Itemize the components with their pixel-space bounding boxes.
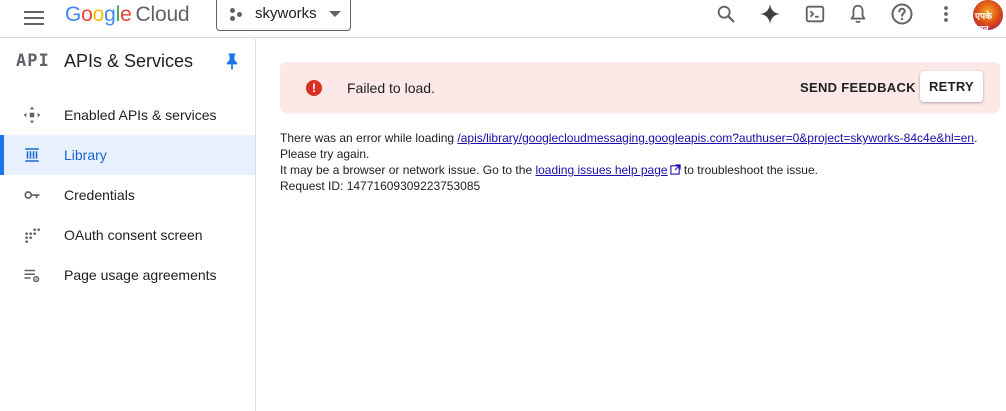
error-line-1: There was an error while loading /apis/l… <box>280 130 995 146</box>
sidebar-item-label: Credentials <box>64 187 135 203</box>
logo-product-name: Cloud <box>135 3 190 26</box>
sidebar-item-library[interactable]: Library <box>0 135 255 175</box>
sidebar-item-credentials[interactable]: Credentials <box>0 175 255 215</box>
enabled-apis-icon <box>22 105 42 125</box>
avatar-text: एपके सात <box>975 11 993 30</box>
sidebar-item-label: Enabled APIs & services <box>64 107 217 123</box>
loading-issues-help-link[interactable]: loading issues help page <box>535 163 667 177</box>
sidebar-item-label: Page usage agreements <box>64 267 217 283</box>
logo-letter: o <box>81 3 93 26</box>
notifications-icon[interactable] <box>846 2 870 26</box>
sidebar-item-label: OAuth consent screen <box>64 227 203 243</box>
help-icon[interactable] <box>890 2 914 26</box>
error-icon: ! <box>306 80 322 96</box>
sidebar: API APIs & Services Enabled APIs & servi… <box>0 39 256 411</box>
logo-letter: o <box>92 3 105 26</box>
error-line-2: Please try again. <box>280 147 370 161</box>
library-icon <box>22 145 42 165</box>
logo-letter: G <box>65 3 82 26</box>
project-dots-icon <box>229 6 245 22</box>
sidebar-header: API APIs & Services <box>0 39 255 87</box>
error-details: There was an error while loading /apis/l… <box>280 130 995 194</box>
project-picker-button[interactable]: skyworks <box>216 0 351 31</box>
error-line-1-prefix: There was an error while loading <box>280 131 458 145</box>
logo-letter: e <box>120 3 132 26</box>
error-banner: ! Failed to load. SEND FEEDBACK RETRY <box>280 62 1000 113</box>
logo-letter: g <box>104 3 116 26</box>
search-icon[interactable] <box>714 2 738 26</box>
sidebar-item-oauth-consent[interactable]: OAuth consent screen <box>0 215 255 255</box>
gemini-spark-icon[interactable] <box>758 2 782 26</box>
request-id: Request ID: 14771609309223753085 <box>280 179 481 193</box>
sidebar-item-enabled-apis[interactable]: Enabled APIs & services <box>0 95 255 135</box>
more-vert-icon[interactable] <box>934 2 958 26</box>
api-logo-icon: API <box>16 51 50 71</box>
sidebar-title: APIs & Services <box>64 51 194 71</box>
oauth-consent-icon <box>22 225 42 245</box>
top-app-bar: Google Cloud skyworks एपके सात <box>0 0 1006 38</box>
page-usage-icon <box>22 265 42 285</box>
hamburger-menu-icon[interactable] <box>22 6 46 30</box>
external-link-icon <box>669 163 681 175</box>
chevron-down-icon <box>328 10 341 17</box>
error-line-3-suffix: to troubleshoot the issue. <box>680 163 818 177</box>
pin-icon[interactable] <box>222 51 242 71</box>
error-message: Failed to load. <box>347 80 435 96</box>
account-avatar[interactable]: एपके सात <box>973 0 1003 30</box>
key-icon <box>22 185 42 205</box>
failed-url-link[interactable]: /apis/library/googlecloudmessaging.googl… <box>457 131 974 145</box>
error-line-3-prefix: It may be a browser or network issue. Go… <box>280 163 536 177</box>
sidebar-item-label: Library <box>64 147 107 163</box>
retry-button[interactable]: RETRY <box>920 71 983 102</box>
error-line-1-suffix: . <box>974 131 978 145</box>
google-cloud-logo[interactable]: Google Cloud <box>65 3 190 27</box>
send-feedback-button[interactable]: SEND FEEDBACK <box>795 72 921 103</box>
project-name: skyworks <box>255 5 317 22</box>
error-line-3: It may be a browser or network issue. Go… <box>280 162 995 178</box>
sidebar-item-page-usage[interactable]: Page usage agreements <box>0 255 255 295</box>
cloud-shell-icon[interactable] <box>803 2 827 26</box>
